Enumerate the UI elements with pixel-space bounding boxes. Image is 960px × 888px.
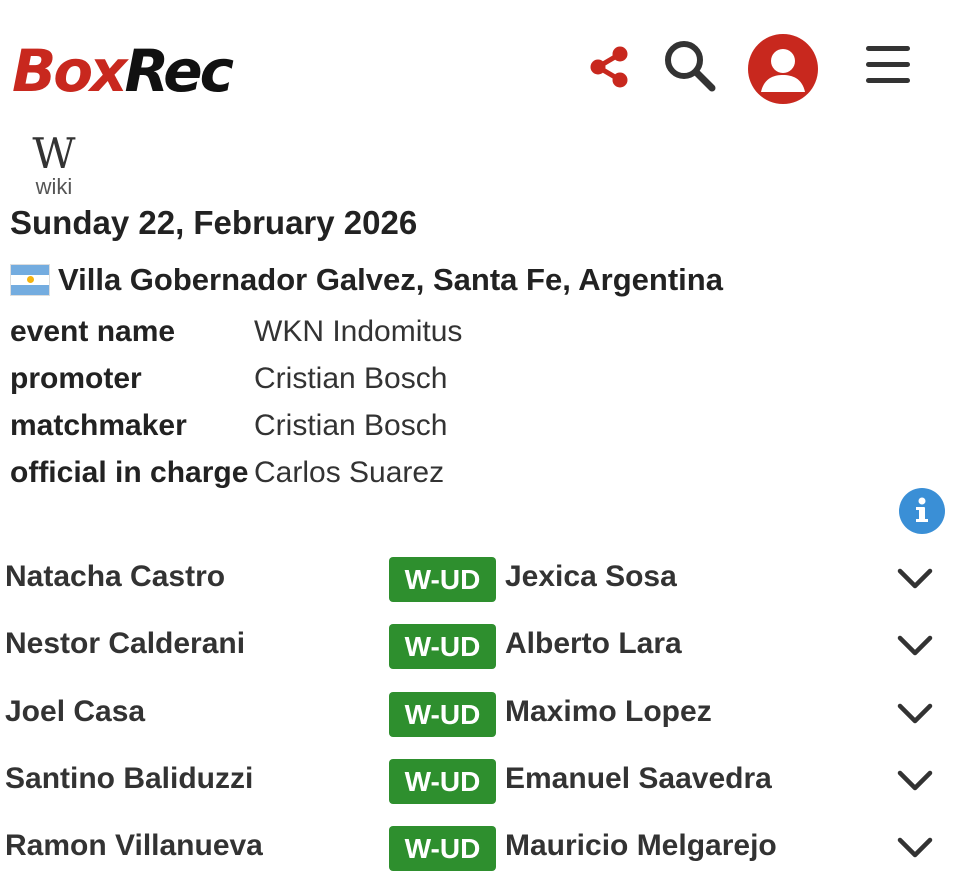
wiki-label: wiki [35, 174, 73, 199]
bout-row[interactable]: Natacha Castro W-UD Jexica Sosa [0, 546, 960, 613]
winner-name[interactable]: Natacha Castro [5, 560, 225, 594]
winner-name[interactable]: Ramon Villanueva [5, 829, 263, 863]
event-date: Sunday 22, February 2026 [10, 204, 418, 241]
wikipedia-icon: W [32, 129, 76, 178]
chevron-down-icon[interactable] [896, 766, 934, 796]
detail-key: matchmaker [10, 408, 187, 442]
result-badge: W-UD [389, 557, 496, 602]
winner-name[interactable]: Nestor Calderani [5, 627, 245, 661]
detail-value: WKN Indomitus [254, 314, 463, 348]
result-badge: W-UD [389, 758, 496, 804]
event-details-table: event name WKN Indomitus promoter Cristi… [10, 308, 462, 496]
detail-key: official in charge [10, 455, 249, 489]
boxrec-logo[interactable]: BoxRec [12, 37, 234, 105]
result-badge: W-UD [389, 826, 496, 872]
bout-row[interactable]: Joel Casa W-UD Maximo Lopez [0, 681, 960, 748]
loser-name[interactable]: Jexica Sosa [505, 560, 677, 594]
chevron-down-icon[interactable] [896, 833, 934, 863]
official-link[interactable]: Carlos Suarez [254, 456, 444, 490]
location-text: Villa Gobernador Galvez, Santa Fe, Argen… [58, 262, 723, 297]
detail-row-promoter: promoter Cristian Bosch [10, 355, 462, 402]
winner-name[interactable]: Joel Casa [5, 695, 145, 729]
loser-name[interactable]: Emanuel Saavedra [505, 762, 772, 796]
loser-name[interactable]: Alberto Lara [505, 627, 682, 661]
detail-key: promoter [10, 361, 142, 395]
winner-name[interactable]: Santino Baliduzzi [5, 762, 253, 796]
detail-row-matchmaker: matchmaker Cristian Bosch [10, 402, 462, 449]
wiki-link[interactable]: W wiki [22, 132, 86, 202]
detail-row-event-name: event name WKN Indomitus [10, 308, 462, 355]
chevron-down-icon[interactable] [896, 699, 934, 729]
bout-list: Natacha Castro W-UD Jexica Sosa Nestor C… [0, 546, 960, 882]
bout-row[interactable]: Ramon Villanueva W-UD Mauricio Melgarejo [0, 815, 960, 882]
search-icon[interactable] [662, 38, 718, 94]
result-badge: W-UD [389, 624, 496, 670]
site-header: BoxRec [0, 0, 960, 130]
promoter-link[interactable]: Cristian Bosch [254, 362, 447, 396]
info-icon[interactable] [899, 488, 945, 534]
chevron-down-icon[interactable] [896, 631, 934, 661]
event-location[interactable]: Villa Gobernador Galvez, Santa Fe, Argen… [10, 262, 723, 298]
argentina-flag-icon [10, 264, 50, 296]
user-avatar-icon[interactable] [748, 34, 818, 104]
matchmaker-link[interactable]: Cristian Bosch [254, 409, 447, 443]
logo-rec-text: Rec [124, 37, 233, 105]
detail-row-official: official in charge Carlos Suarez [10, 449, 462, 496]
detail-key: event name [10, 314, 176, 348]
chevron-down-icon[interactable] [896, 564, 934, 594]
hamburger-menu-icon[interactable] [864, 44, 912, 86]
share-icon[interactable] [586, 44, 632, 90]
loser-name[interactable]: Maximo Lopez [505, 695, 712, 729]
loser-name[interactable]: Mauricio Melgarejo [505, 829, 777, 863]
result-badge: W-UD [389, 691, 496, 737]
logo-box-text: Box [12, 37, 127, 105]
bout-row[interactable]: Santino Baliduzzi W-UD Emanuel Saavedra [0, 748, 960, 815]
bout-row[interactable]: Nestor Calderani W-UD Alberto Lara [0, 613, 960, 680]
